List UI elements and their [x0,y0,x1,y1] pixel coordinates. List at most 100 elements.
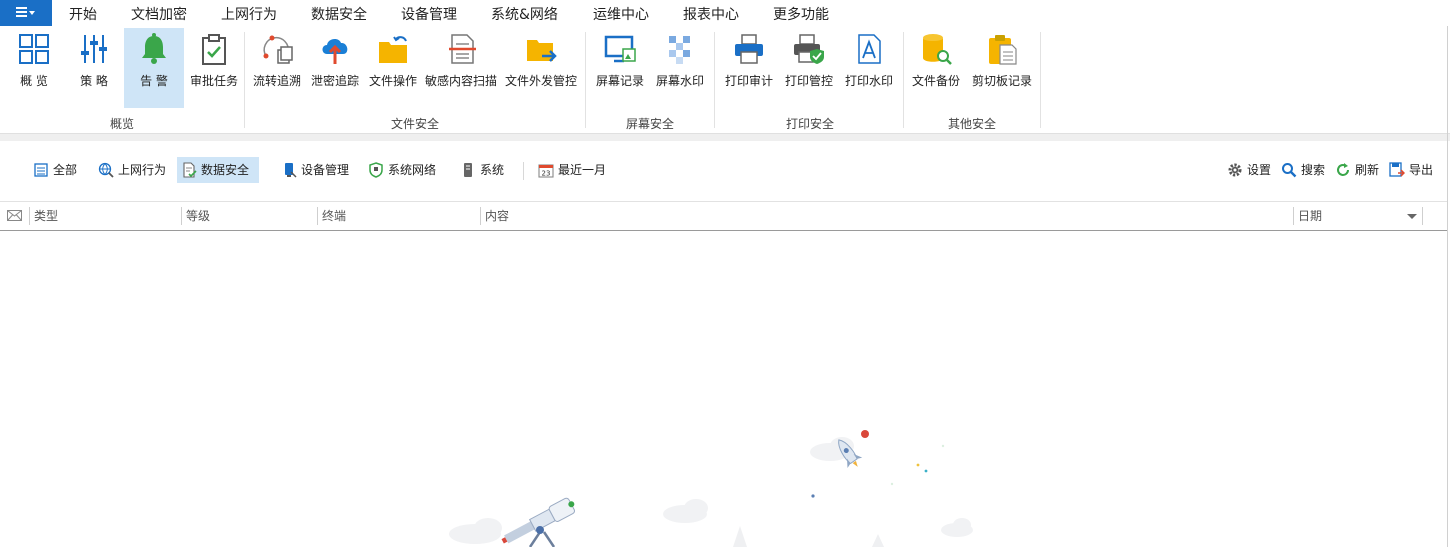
menu-ops-center[interactable]: 运维中心 [593,4,649,24]
export-icon [1389,161,1406,177]
menu-start[interactable]: 开始 [69,4,97,24]
ribbon: 概 览 策 略 告 警 审批任务 概览 流转追溯 泄密追踪 文件操作 敏感内容扫… [0,26,1450,133]
menu-device-management[interactable]: 设备管理 [401,4,457,24]
group-label-screen-security: 屏幕安全 [626,117,675,131]
filter-data-security-label: 数据安全 [201,163,250,177]
filter-system-button[interactable]: 系统 [456,157,510,183]
column-header-level[interactable]: 等级 [186,202,210,230]
menu-icon [16,7,27,19]
star-icon [890,482,894,486]
column-header-type[interactable]: 类型 [34,202,58,230]
search-button[interactable]: 搜索 [1277,157,1331,183]
policy-button[interactable]: 策 略 [64,28,124,108]
grid-icon [19,34,49,64]
overview-button[interactable]: 概 览 [4,28,64,108]
filter-toolbar: 全部 上网行为 数据安全 设备管理 系统网络 系统 23 最近一月 设置 搜索 … [0,141,1450,200]
filter-internet-label: 上网行为 [118,163,167,177]
clipboard-icon [989,35,1017,65]
clipboard-check-icon [202,34,226,65]
file-outgoing-control-button[interactable]: 文件外发管控 [505,28,577,108]
menu-report-center[interactable]: 报表中心 [683,4,739,24]
approval-task-button[interactable]: 审批任务 [184,28,244,108]
column-separator [480,207,481,225]
app-menu-button[interactable] [0,0,52,26]
print-watermark-button[interactable]: 打印水印 [839,28,899,108]
menu-internet-behavior[interactable]: 上网行为 [221,4,277,24]
folder-icon [379,36,407,63]
filter-all-button[interactable]: 全部 [29,157,83,183]
star-icon [916,463,920,467]
folder-send-icon [527,40,557,62]
usb-device-icon [285,162,297,178]
bell-icon [142,33,166,64]
star-icon [941,444,945,448]
print-control-button[interactable]: 打印管控 [779,28,839,108]
filter-data-security-button[interactable]: 数据安全 [177,157,260,183]
list-icon [34,162,48,177]
alert-button[interactable]: 告 警 [124,28,184,108]
leak-trace-button[interactable]: 泄密追踪 [305,28,365,108]
star-icon [924,469,928,473]
printer-icon [735,34,763,64]
column-header-date[interactable]: 日期 [1298,202,1322,230]
sliders-icon [81,35,107,63]
filter-device-label: 设备管理 [301,163,350,177]
sort-descending-icon[interactable] [1407,214,1417,219]
document-letter-icon [858,34,881,64]
filter-internet-button[interactable]: 上网行为 [94,157,172,183]
export-button[interactable]: 导出 [1385,157,1439,183]
planet-icon [861,430,869,438]
screen-watermark-button[interactable]: 屏幕水印 [650,28,710,108]
clipboard-record-button[interactable]: 剪切板记录 [972,28,1032,108]
checker-icon [669,36,690,64]
group-label-other-security: 其他安全 [948,117,997,131]
sensitive-scan-button[interactable]: 敏感内容扫描 [425,28,497,108]
dropdown-icon [29,11,35,15]
export-label: 导出 [1409,163,1434,177]
group-label-file-security: 文件安全 [391,117,440,131]
empty-state-illustration [449,430,973,547]
mail-icon[interactable] [7,210,22,221]
menu-data-security[interactable]: 数据安全 [311,4,367,28]
screen-record-button[interactable]: 屏幕记录 [590,28,650,108]
column-separator [1422,207,1423,225]
column-header-terminal[interactable]: 终端 [322,202,346,230]
svg-text:23: 23 [542,169,551,177]
telescope-icon [501,497,575,547]
flow-trace-button[interactable]: 流转追溯 [247,28,307,108]
refresh-label: 刷新 [1355,163,1380,177]
menu-bar: 开始 文档加密 上网行为 数据安全 设备管理 系统&网络 运维中心 报表中心 更… [0,0,1450,28]
menu-doc-encryption[interactable]: 文档加密 [131,4,187,24]
filter-last-month-button[interactable]: 23 最近一月 [534,157,612,183]
group-label-overview: 概览 [110,117,135,131]
filter-system-network-label: 系统网络 [388,163,437,177]
sensitive-scan-label: 敏感内容扫描 [424,74,497,88]
filter-all-label: 全部 [53,163,78,177]
monitor-icon [604,35,636,63]
globe-search-icon [98,162,114,178]
menu-system-network[interactable]: 系统&网络 [491,4,558,24]
cloud-icon [663,499,708,523]
menu-more-functions[interactable]: 更多功能 [773,4,829,24]
search-icon [1282,162,1297,177]
column-header-content[interactable]: 内容 [485,202,509,230]
filter-device-button[interactable]: 设备管理 [277,157,355,183]
group-separator [1040,32,1041,128]
cloud-upload-icon [322,39,348,64]
file-backup-button[interactable]: 文件备份 [906,28,966,108]
window-border [1447,26,1448,547]
server-icon [464,162,472,177]
gear-icon [1228,163,1242,176]
shield-network-icon [369,161,383,178]
calendar-icon: 23 [538,163,554,178]
table-header: 类型 等级 终端 内容 日期 [0,201,1448,231]
column-separator [317,207,318,225]
group-label-print-security: 打印安全 [786,117,835,131]
print-audit-button[interactable]: 打印审计 [719,28,779,108]
file-operation-button[interactable]: 文件操作 [363,28,423,108]
filter-system-network-button[interactable]: 系统网络 [364,157,442,183]
settings-button[interactable]: 设置 [1223,157,1277,183]
refresh-button[interactable]: 刷新 [1331,157,1385,183]
column-separator [181,207,182,225]
document-scan-icon [449,34,476,64]
